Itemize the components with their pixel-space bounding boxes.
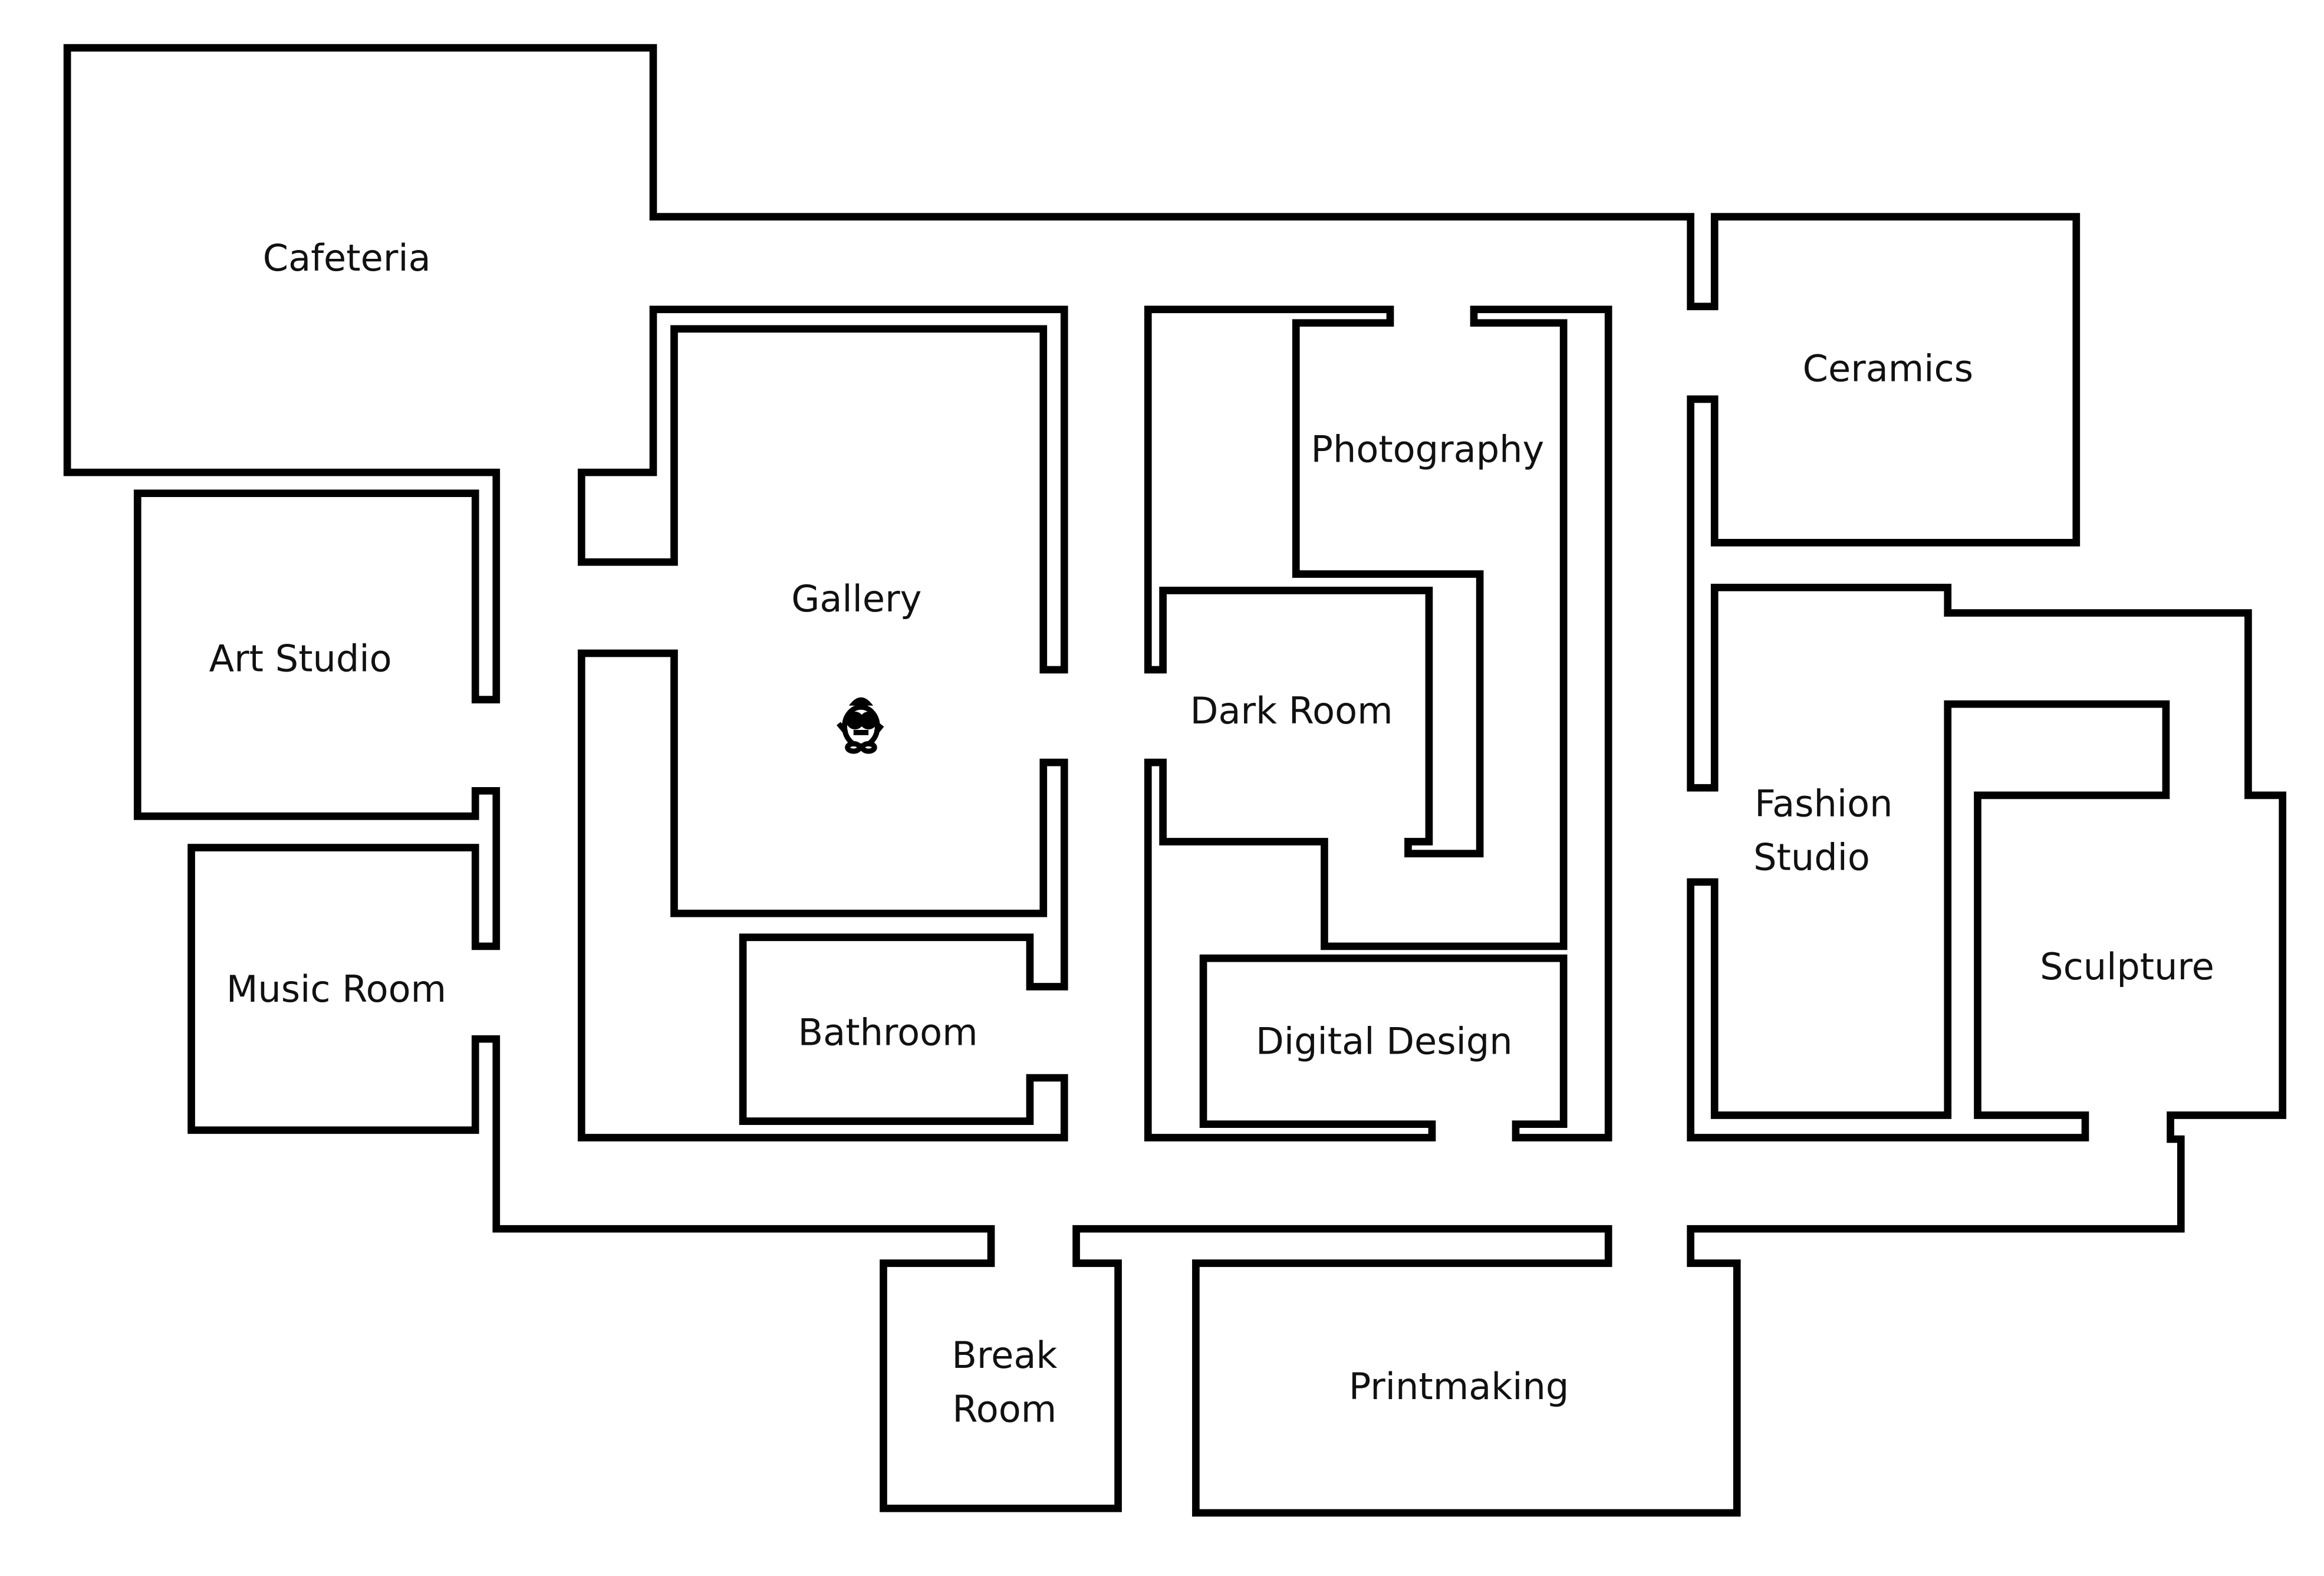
room-label-gallery: Gallery (791, 577, 921, 620)
photography-darkroom-wall (1144, 305, 1484, 858)
room-label-ceramics: Ceramics (1803, 347, 1973, 390)
room-label-music-room: Music Room (226, 968, 446, 1011)
room-label-art-studio: Art Studio (209, 637, 392, 680)
room-label-break-room-line2: Room (952, 1387, 1056, 1430)
room-label-fashion-studio-line2: Studio (1753, 836, 1870, 879)
floor-plan-map: Cafeteria Art Studio Music Room Gallery … (63, 44, 2287, 1517)
room-label-digital-design: Digital Design (1256, 1020, 1513, 1063)
character-icon[interactable] (837, 697, 884, 754)
room-label-bathroom: Bathroom (798, 1011, 978, 1054)
room-label-dark-room: Dark Room (1190, 689, 1393, 732)
room-label-fashion-studio-line1: Fashion (1754, 782, 1892, 825)
room-label-photography: Photography (1311, 427, 1545, 471)
fashion-studio-wall (1687, 700, 2170, 1141)
room-label-printmaking: Printmaking (1349, 1365, 1569, 1408)
room-label-break-room-line1: Break (952, 1334, 1057, 1377)
gallery-inner-wall (577, 649, 1068, 1141)
room-label-cafeteria: Cafeteria (263, 236, 431, 279)
room-label-sculpture: Sculpture (2040, 945, 2214, 988)
